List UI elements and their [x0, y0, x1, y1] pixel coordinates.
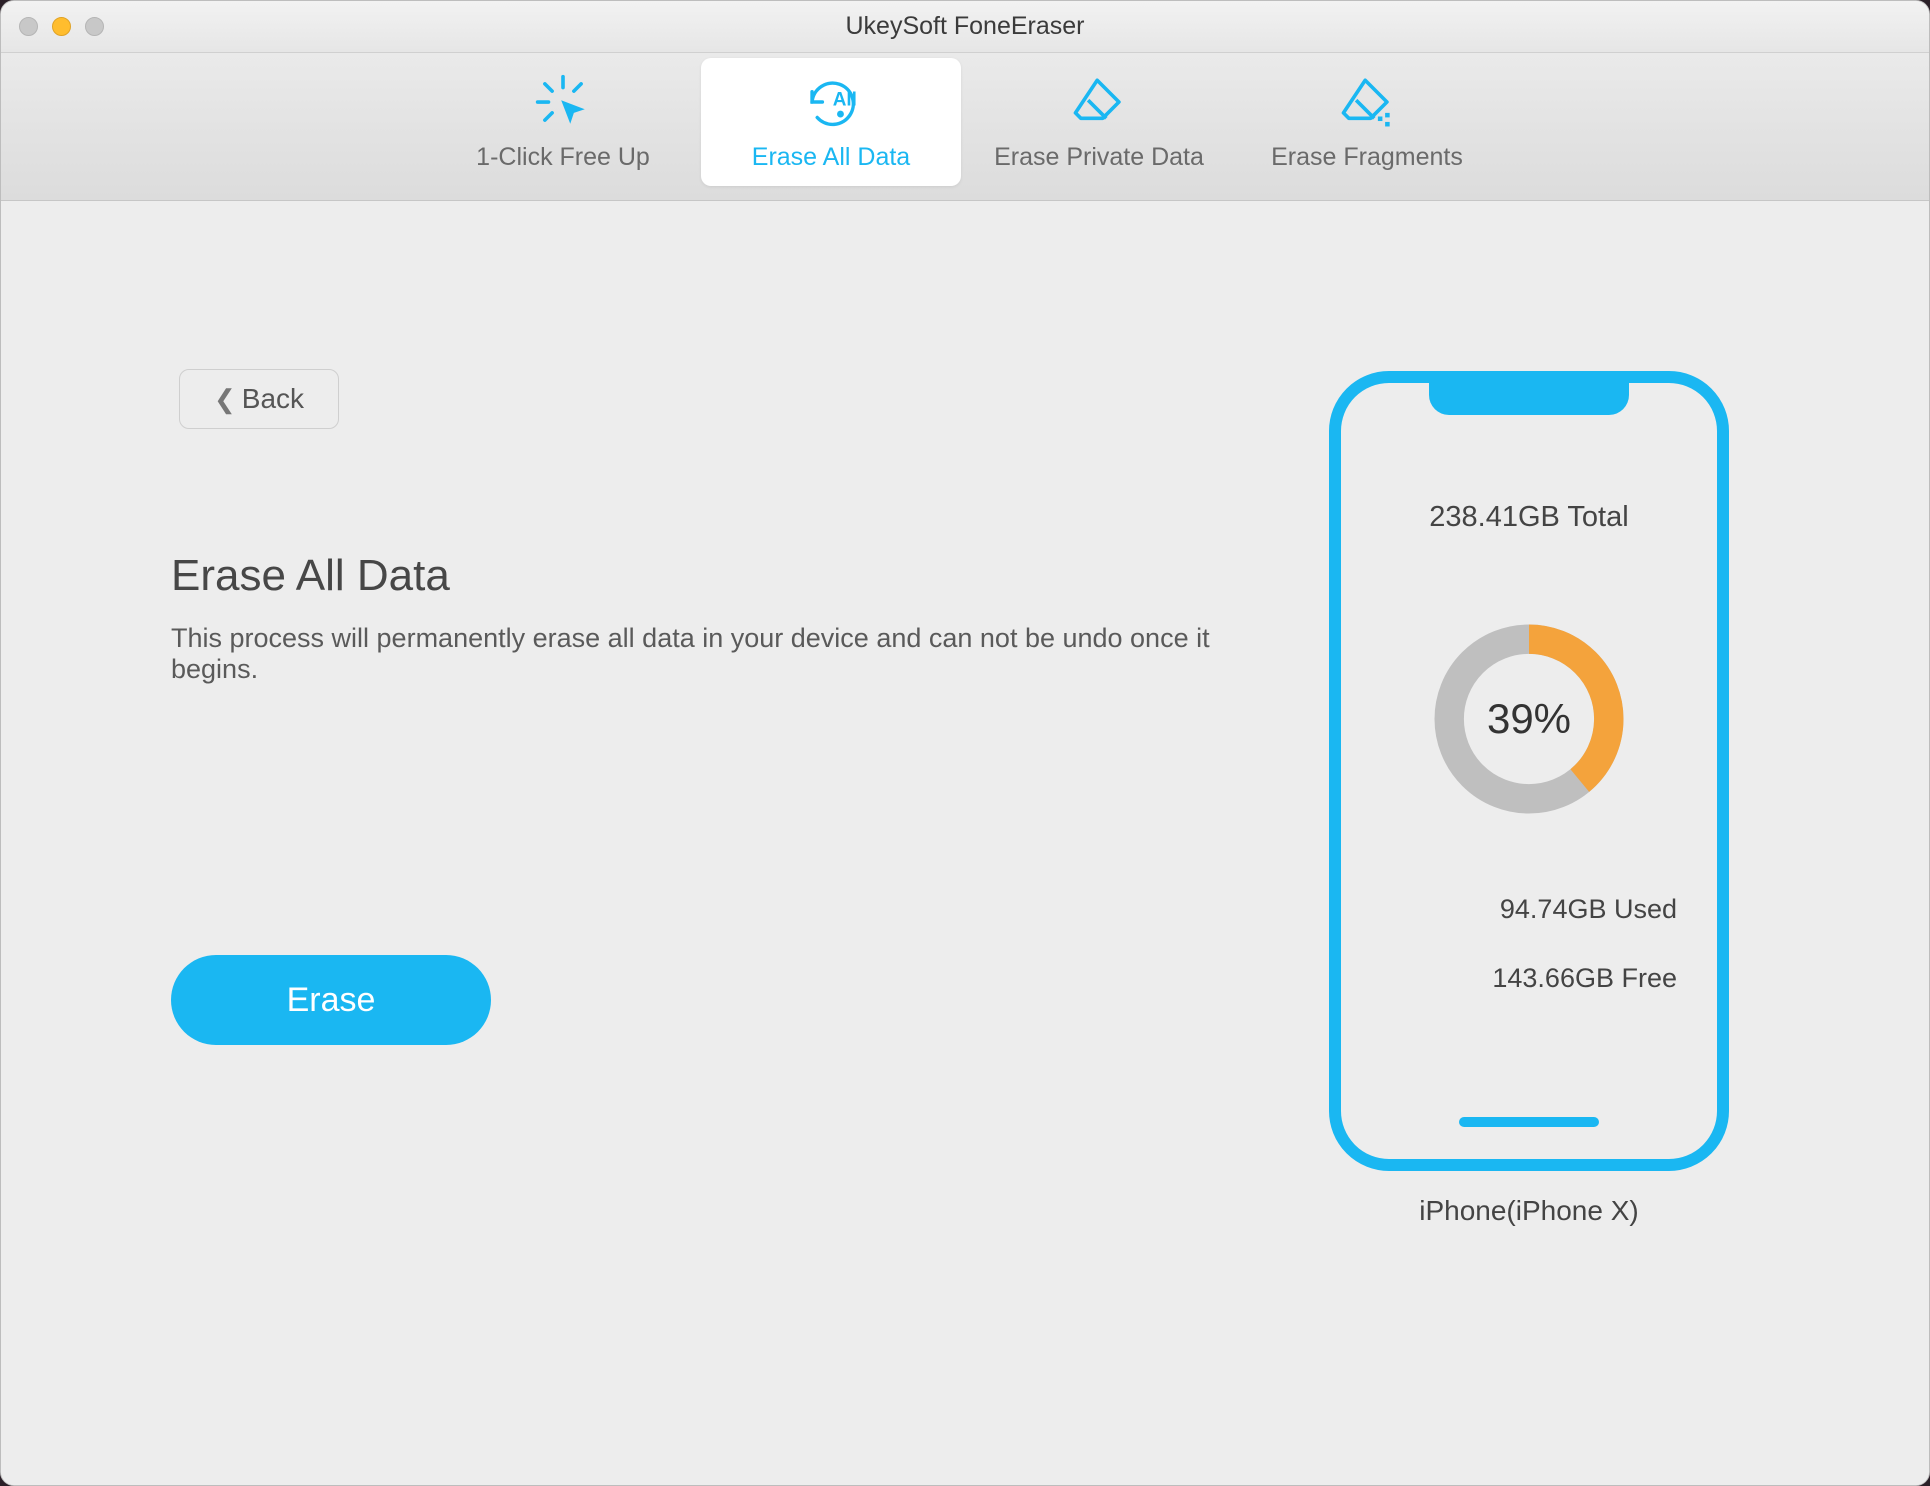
tab-erase-fragments[interactable]: Erase Fragments	[1237, 58, 1497, 186]
storage-donut-chart: 39%	[1424, 614, 1634, 824]
eraser-fragments-icon	[1338, 73, 1396, 131]
page-description: This process will permanently erase all …	[171, 623, 1291, 685]
device-panel: 238.41GB Total 39% 94.74GB Used 143.66GB…	[1299, 261, 1759, 1425]
tab-label: Erase Private Data	[994, 143, 1204, 172]
svg-text:All: All	[833, 89, 857, 110]
toolbar: 1-Click Free Up All Erase All Data	[1, 53, 1929, 201]
main-panel: Erase All Data This process will permane…	[171, 261, 1299, 1425]
page-heading: Erase All Data	[171, 551, 1299, 601]
storage-used: 94.74GB Used	[1500, 894, 1677, 925]
close-window-icon[interactable]	[19, 17, 38, 36]
tab-erase-all-data[interactable]: All Erase All Data	[701, 58, 961, 186]
device-name: iPhone(iPhone X)	[1419, 1195, 1638, 1227]
tab-label: Erase Fragments	[1271, 143, 1463, 172]
zoom-window-icon[interactable]	[85, 17, 104, 36]
storage-percent: 39%	[1424, 614, 1634, 824]
phone-home-indicator-icon	[1459, 1117, 1599, 1127]
back-button[interactable]: ❮ Back	[179, 369, 339, 429]
erase-all-icon: All	[800, 73, 862, 131]
minimize-window-icon[interactable]	[52, 17, 71, 36]
app-window: UkeySoft FoneEraser 1-Click Free Up	[0, 0, 1930, 1486]
tab-label: Erase All Data	[752, 143, 910, 172]
content-area: ❮ Back Erase All Data This process will …	[1, 201, 1929, 1485]
storage-total: 238.41GB Total	[1429, 501, 1628, 534]
tab-erase-private-data[interactable]: Erase Private Data	[969, 58, 1229, 186]
erase-button-label: Erase	[287, 981, 376, 1020]
erase-button[interactable]: Erase	[171, 955, 491, 1045]
storage-free: 143.66GB Free	[1492, 963, 1677, 994]
back-label: Back	[242, 383, 304, 415]
window-title: UkeySoft FoneEraser	[1, 12, 1929, 41]
tab-1-click-free-up[interactable]: 1-Click Free Up	[433, 58, 693, 186]
phone-illustration: 238.41GB Total 39% 94.74GB Used 143.66GB…	[1329, 371, 1729, 1171]
eraser-private-icon	[1070, 73, 1128, 131]
chevron-left-icon: ❮	[214, 384, 236, 415]
phone-notch-icon	[1429, 381, 1629, 415]
window-controls	[1, 17, 104, 36]
tab-label: 1-Click Free Up	[476, 143, 650, 172]
cursor-click-icon	[534, 73, 592, 131]
titlebar: UkeySoft FoneEraser	[1, 1, 1929, 53]
